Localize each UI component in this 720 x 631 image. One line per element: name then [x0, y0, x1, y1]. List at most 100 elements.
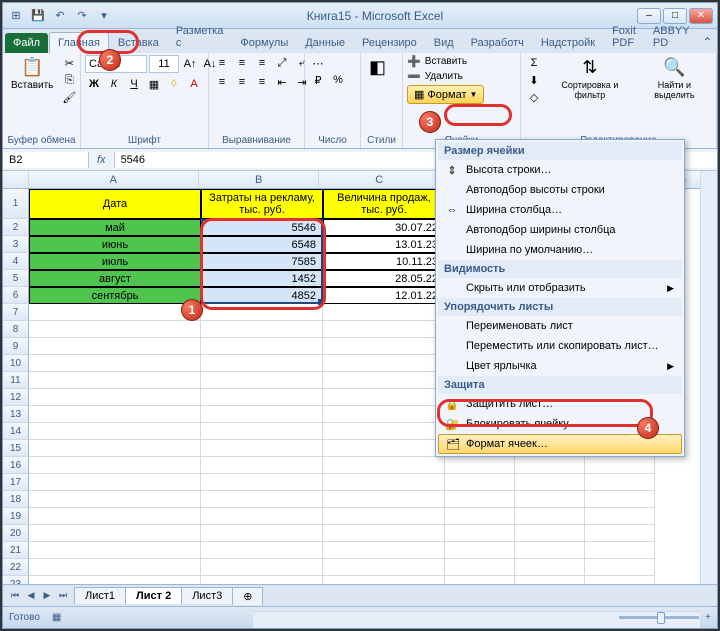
cell[interactable]: май [29, 219, 201, 236]
dd-autofit-col[interactable]: Автоподбор ширины столбца [438, 220, 682, 240]
find-select-button[interactable]: 🔍Найти и выделить [637, 55, 712, 102]
cell[interactable] [29, 321, 201, 338]
currency-icon[interactable]: ₽ [309, 72, 327, 88]
cell[interactable] [323, 474, 445, 491]
tab-addins[interactable]: Надстройк [533, 33, 603, 53]
cell[interactable] [323, 338, 445, 355]
cell[interactable] [585, 542, 655, 559]
tab-insert[interactable]: Вставка [110, 33, 167, 53]
scrollbar-horizontal[interactable] [253, 611, 700, 628]
row-header[interactable]: 14 [3, 423, 29, 440]
tab-view[interactable]: Вид [426, 33, 462, 53]
cell[interactable]: 28.05.22 [323, 270, 445, 287]
dd-autofit-row[interactable]: Автоподбор высоты строки [438, 180, 682, 200]
cell[interactable] [201, 389, 323, 406]
col-header[interactable]: A [29, 171, 199, 188]
tab-data[interactable]: Данные [297, 33, 353, 53]
dd-hide-show[interactable]: Скрыть или отобразить▶ [438, 278, 682, 298]
cell[interactable] [201, 440, 323, 457]
tab-layout[interactable]: Разметка с [168, 21, 232, 53]
cell[interactable] [323, 304, 445, 321]
cell[interactable] [29, 304, 201, 321]
save-icon[interactable]: 💾 [29, 7, 47, 25]
cell[interactable] [29, 491, 201, 508]
cell[interactable]: 6548 [201, 236, 323, 253]
row-header[interactable]: 17 [3, 474, 29, 491]
cell[interactable] [29, 389, 201, 406]
cell[interactable] [29, 474, 201, 491]
autosum-icon[interactable]: Σ [525, 55, 543, 71]
cell[interactable] [515, 576, 585, 584]
row-header[interactable]: 5 [3, 270, 29, 287]
sheet-tab[interactable]: Лист 2 [125, 587, 182, 604]
sheet-nav-prev[interactable]: ◀ [23, 588, 39, 604]
cell[interactable] [323, 372, 445, 389]
cell[interactable] [445, 559, 515, 576]
cell[interactable] [323, 525, 445, 542]
row-header[interactable]: 12 [3, 389, 29, 406]
cell[interactable] [585, 525, 655, 542]
row-header[interactable]: 22 [3, 559, 29, 576]
dd-protect-sheet[interactable]: 🔒Защитить лист… [438, 394, 682, 414]
fill-icon[interactable]: ⬇ [525, 72, 543, 88]
col-header[interactable]: B [199, 171, 320, 188]
excel-icon[interactable]: ⊞ [7, 7, 25, 25]
font-size-select[interactable]: 11 [149, 55, 179, 73]
cell[interactable]: июль [29, 253, 201, 270]
align-top-icon[interactable]: ≡ [213, 55, 231, 71]
cut-icon[interactable]: ✂ [60, 55, 78, 71]
row-header[interactable]: 2 [3, 219, 29, 236]
cell[interactable] [201, 423, 323, 440]
cell[interactable] [515, 542, 585, 559]
cell[interactable] [323, 508, 445, 525]
align-left-icon[interactable]: ≡ [213, 74, 231, 90]
row-header[interactable]: 23 [3, 576, 29, 584]
font-color-icon[interactable]: A [185, 76, 203, 92]
dd-tab-color[interactable]: Цвет ярлычка▶ [438, 356, 682, 376]
new-sheet-button[interactable]: ⊕ [232, 587, 263, 605]
cell[interactable] [515, 457, 585, 474]
row-header[interactable]: 15 [3, 440, 29, 457]
row-header[interactable]: 8 [3, 321, 29, 338]
cell[interactable] [445, 474, 515, 491]
zoom-slider[interactable] [619, 616, 699, 619]
copy-icon[interactable]: ⎘ [60, 72, 78, 88]
cell[interactable] [201, 525, 323, 542]
dd-rename[interactable]: Переименовать лист [438, 316, 682, 336]
undo-icon[interactable]: ↶ [51, 7, 69, 25]
tab-home[interactable]: Главная [49, 32, 109, 53]
cell[interactable] [29, 542, 201, 559]
sort-filter-button[interactable]: ⇅Сортировка и фильтр [546, 55, 634, 102]
row-header[interactable]: 13 [3, 406, 29, 423]
cell[interactable] [323, 491, 445, 508]
align-mid-icon[interactable]: ≡ [233, 55, 251, 71]
cell[interactable] [585, 457, 655, 474]
dd-row-height[interactable]: ⇕Высота строки… [438, 160, 682, 180]
cell[interactable] [29, 457, 201, 474]
sheet-tab[interactable]: Лист1 [74, 587, 126, 604]
cell[interactable] [585, 491, 655, 508]
row-header[interactable]: 18 [3, 491, 29, 508]
cell[interactable]: июнь [29, 236, 201, 253]
cell[interactable] [201, 304, 323, 321]
cell[interactable] [445, 542, 515, 559]
cell[interactable] [585, 474, 655, 491]
bold-icon[interactable]: Ж [85, 76, 103, 92]
cell[interactable] [29, 525, 201, 542]
cell[interactable] [201, 338, 323, 355]
tab-abbyy[interactable]: ABBYY PD [645, 21, 698, 53]
italic-icon[interactable]: К [105, 76, 123, 92]
fx-icon[interactable]: fx [89, 154, 114, 166]
cell[interactable] [445, 457, 515, 474]
sheet-nav-next[interactable]: ▶ [39, 588, 55, 604]
cell[interactable] [29, 423, 201, 440]
zoom-thumb[interactable] [657, 612, 665, 624]
cell[interactable] [323, 423, 445, 440]
cell[interactable] [201, 576, 323, 584]
styles-button[interactable]: ◧ [365, 55, 390, 80]
clear-icon[interactable]: ◇ [525, 89, 543, 105]
cell[interactable] [515, 474, 585, 491]
qat-customize-icon[interactable]: ▾ [95, 7, 113, 25]
sheet-nav-first[interactable]: ⏮ [7, 588, 23, 604]
header-cell[interactable]: Затраты на рекламу, тыс. руб. [201, 189, 323, 219]
